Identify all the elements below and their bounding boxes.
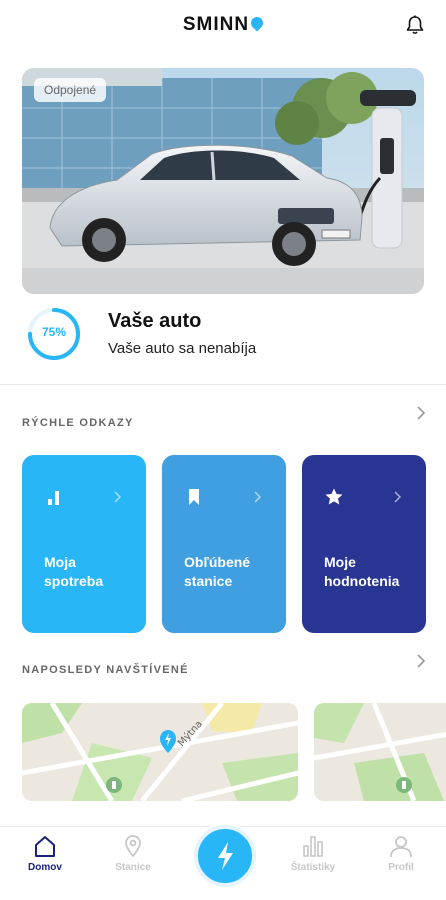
chevron-right-icon xyxy=(114,491,122,503)
bottom-tab-bar: Domov Stanice Štatistiky Profil xyxy=(0,825,446,900)
card-label: Obľúbené stanice xyxy=(184,554,251,589)
bar-chart-icon xyxy=(48,491,59,505)
logo-text: SMINN xyxy=(182,14,250,35)
vehicle-photo[interactable]: Odpojené xyxy=(22,68,424,294)
tab-profile[interactable]: Profil xyxy=(366,833,436,881)
user-icon xyxy=(390,836,412,858)
statistics-icon xyxy=(303,836,323,857)
tab-label: Domov xyxy=(28,862,62,873)
bookmark-icon xyxy=(189,489,199,505)
tab-label: Profil xyxy=(388,862,414,873)
map-thumbnail xyxy=(314,703,446,801)
quick-links-title: RÝCHLE ODKAZY xyxy=(22,417,134,429)
chevron-right-icon[interactable] xyxy=(416,654,426,668)
quick-link-ratings[interactable]: Moje hodnotenia xyxy=(302,455,426,633)
tab-home[interactable]: Domov xyxy=(10,833,80,881)
chevron-right-icon[interactable] xyxy=(416,406,426,420)
vehicle-subtitle: Vaše auto sa nenabíja xyxy=(108,340,257,357)
app-logo: SMINN xyxy=(0,14,446,36)
map-card[interactable]: Mýtna xyxy=(22,703,298,801)
quick-links: Moja spotreba Obľúbené stanice Moje hodn… xyxy=(22,455,446,633)
quick-link-favorites[interactable]: Obľúbené stanice xyxy=(162,455,286,633)
chevron-right-icon xyxy=(254,491,262,503)
recent-title: NAPOSLEDY NAVŠTÍVENÉ xyxy=(22,664,189,676)
card-label: Moje hodnotenia xyxy=(324,554,400,589)
status-badge: Odpojené xyxy=(34,78,107,102)
tab-stations[interactable]: Stanice xyxy=(98,833,168,881)
map-card[interactable] xyxy=(314,703,446,801)
star-icon xyxy=(325,488,343,505)
vehicle-status[interactable]: 75% Vaše auto Vaše auto sa nenabíja xyxy=(26,306,426,366)
home-icon xyxy=(35,836,55,857)
vehicle-title: Vaše auto xyxy=(108,310,202,332)
quick-link-consumption[interactable]: Moja spotreba xyxy=(22,455,146,633)
charge-percent: 75% xyxy=(41,325,67,339)
top-bar: SMINN xyxy=(0,0,446,52)
tab-label: Stanice xyxy=(115,862,151,873)
map-thumbnail: Mýtna xyxy=(22,703,298,801)
recent-stations: Mýtna xyxy=(22,703,446,801)
tab-label: Štatistiky xyxy=(290,862,336,873)
divider xyxy=(0,384,446,385)
card-label: Moja spotreba xyxy=(44,554,104,589)
charge-button[interactable] xyxy=(194,825,256,887)
chevron-right-icon xyxy=(394,491,402,503)
pin-icon xyxy=(248,14,266,32)
location-pin-icon xyxy=(125,835,141,858)
lightning-icon xyxy=(218,842,233,870)
bell-icon[interactable] xyxy=(404,14,426,36)
tab-statistics[interactable]: Štatistiky xyxy=(278,833,348,881)
